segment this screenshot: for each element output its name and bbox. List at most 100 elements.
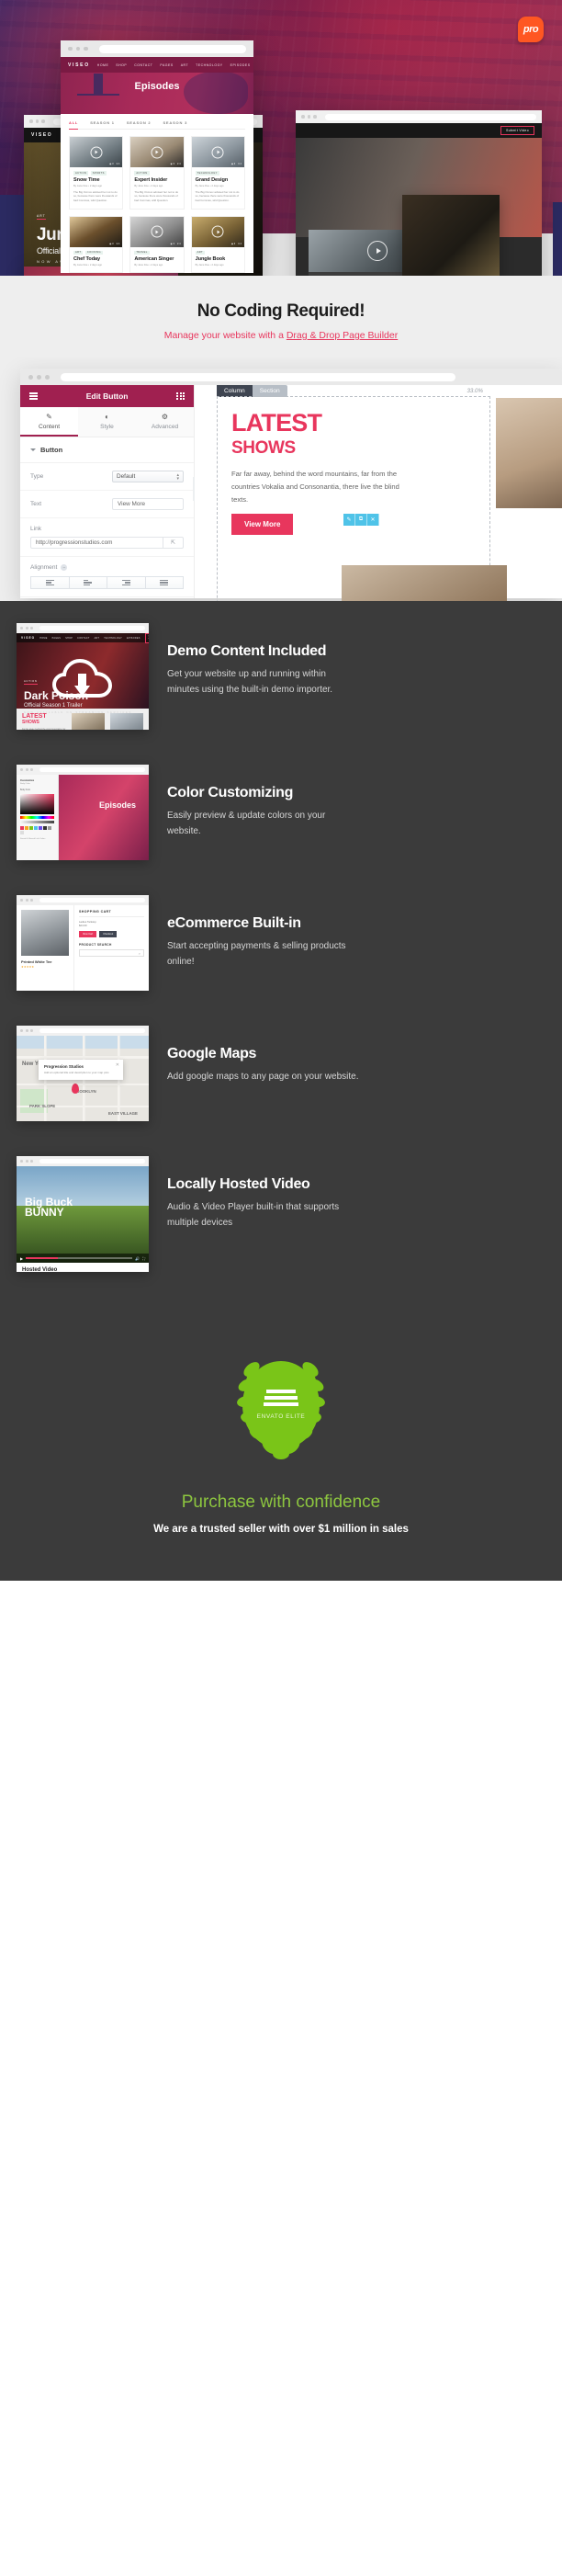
section-label: Button [40, 446, 62, 454]
preview-bottom-image [342, 565, 507, 601]
nav-item[interactable]: SHOP [65, 637, 73, 640]
episode-title: American Singer [134, 256, 179, 262]
nav-item[interactable]: PAGES [52, 637, 62, 640]
map-canvas[interactable]: New York BROOKLYN PARK SLOPE DUMBO EAST … [17, 1036, 149, 1121]
align-left-button[interactable] [30, 576, 69, 589]
nav-item-art[interactable]: ART [181, 63, 188, 67]
align-center-button[interactable] [69, 576, 107, 589]
feature-text: Color Customizing Easily preview & updat… [167, 765, 545, 839]
nav-item-technology[interactable]: TECHNOLOGY [196, 63, 223, 67]
window-dot [20, 627, 23, 630]
tab-content[interactable]: ✎ Content [20, 407, 78, 437]
address-bar[interactable] [325, 114, 537, 120]
swatch[interactable] [20, 831, 24, 834]
align-right-button[interactable] [107, 576, 145, 589]
nav-item-home[interactable]: HOME [97, 63, 109, 67]
link-input[interactable]: http://progressionstudios.com [30, 537, 163, 549]
swatch[interactable] [29, 826, 33, 830]
nav-item-episodes[interactable]: EPISODES [230, 63, 251, 67]
window-dot [30, 1160, 33, 1163]
swatch[interactable] [20, 826, 24, 830]
address-bar[interactable] [39, 1028, 146, 1033]
episode-card[interactable]: ◉ 3♥ 4 TRAVEL American Singer By Jane Do… [129, 216, 184, 274]
progress-bar[interactable] [26, 1257, 132, 1259]
grid-icon[interactable] [176, 392, 185, 401]
play-icon[interactable] [151, 226, 163, 238]
address-bar[interactable] [61, 373, 455, 381]
close-icon[interactable]: ✕ [116, 1062, 119, 1068]
episode-thumbnail: ◉ 3♥ 4 [192, 217, 244, 247]
hamburger-icon[interactable] [29, 392, 38, 399]
product-card[interactable]: Printed White Tee ★★★★★ [17, 905, 73, 991]
submit-video-button[interactable]: Submit Video [500, 126, 534, 135]
divider [79, 916, 144, 917]
tab-all[interactable]: ALL [69, 120, 78, 130]
color-gradient-picker[interactable] [20, 794, 54, 814]
search-input[interactable]: ⌕ [79, 949, 144, 957]
address-bar[interactable] [39, 626, 146, 630]
hue-slider[interactable] [20, 816, 54, 819]
tab-season-2[interactable]: SEASON 2 [127, 120, 152, 125]
play-icon[interactable] [367, 241, 388, 261]
nav-item[interactable]: ART [95, 637, 100, 640]
play-icon[interactable] [151, 146, 163, 158]
submit-video-button[interactable]: Submit Video [145, 633, 149, 643]
swatch[interactable] [48, 826, 51, 830]
play-icon[interactable] [90, 146, 102, 158]
button-section-header[interactable]: Button [20, 437, 194, 463]
episode-stats: ◉ 3♥ 4 [231, 163, 242, 165]
window-dot [20, 1029, 23, 1032]
window-dot [28, 375, 33, 380]
volume-icon[interactable]: 🔊 [135, 1256, 140, 1261]
episode-card[interactable]: ◉ 3♥ 4 ACTION SPORTS Snow Time By Jane D… [69, 136, 123, 210]
align-justify-button[interactable] [145, 576, 185, 589]
preview-paragraph: Far far away, behind the word mountains,… [231, 468, 406, 506]
swatch[interactable] [43, 826, 47, 830]
info-icon[interactable]: – [61, 564, 67, 571]
tab-advanced[interactable]: ⚙ Advanced [136, 407, 194, 437]
close-icon[interactable]: ✕ [367, 514, 379, 526]
nav-item[interactable]: CONTACT [77, 637, 89, 640]
external-link-icon[interactable]: ⇱ [163, 537, 184, 549]
address-bar[interactable] [39, 767, 146, 772]
map-pin-icon[interactable] [72, 1084, 79, 1094]
pencil-icon[interactable]: ✎ [343, 514, 355, 526]
nav-item-contact[interactable]: CONTACT [134, 63, 152, 67]
nav-item[interactable]: HOME [39, 637, 47, 640]
swatch[interactable] [39, 826, 42, 830]
nav-item[interactable]: TECHNOLOGY [104, 637, 122, 640]
swatch[interactable] [25, 826, 28, 830]
field-label: Body Font [20, 789, 54, 791]
alpha-slider[interactable] [20, 821, 54, 823]
nav-item[interactable]: EPISODES [127, 637, 140, 640]
text-input[interactable]: View More [112, 498, 184, 510]
play-icon[interactable]: ▶ [20, 1256, 23, 1261]
swatch[interactable] [34, 826, 38, 830]
episode-card[interactable]: ◉ 3♥ 4 TECHNOLOGY Grand Design By Jane D… [191, 136, 245, 210]
nav-item-shop[interactable]: SHOP [116, 63, 127, 67]
address-bar[interactable] [99, 45, 247, 53]
episode-grid-row-1: ◉ 3♥ 4 ACTION SPORTS Snow Time By Jane D… [69, 136, 245, 210]
page-builder-link[interactable]: Drag & Drop Page Builder [287, 330, 398, 341]
play-icon[interactable] [212, 146, 224, 158]
episode-card[interactable]: ◉ 3♥ 4 ART COOKING Chef Today By Jane Do… [69, 216, 123, 274]
preview-view-more-button[interactable]: View More [231, 514, 293, 535]
customizer-preview: Episodes [59, 775, 149, 860]
episode-card[interactable]: ◉ 3♥ 4 ART Jungle Book By Jane Doe • 2 d… [191, 216, 245, 274]
video-player[interactable]: Big Buck BUNNY ▶ 🔊 ⛶ [17, 1166, 149, 1263]
address-bar[interactable] [39, 1159, 146, 1163]
view-cart-button[interactable]: View Cart [79, 931, 96, 937]
tab-season-1[interactable]: SEASON 1 [90, 120, 115, 125]
copy-icon[interactable]: ⧉ [355, 514, 367, 526]
play-icon[interactable] [212, 226, 224, 238]
tab-season-3[interactable]: SEASON 3 [163, 120, 187, 125]
nav-item-pages[interactable]: PAGES [160, 63, 173, 67]
window-dot [36, 119, 39, 123]
address-bar[interactable] [39, 898, 146, 902]
type-select[interactable]: Default ▴▾ [112, 471, 184, 482]
tab-style[interactable]: ◐ Style [78, 407, 136, 437]
feature-text: eCommerce Built-in Start accepting payme… [167, 895, 545, 970]
episode-card[interactable]: ◉ 3♥ 4 ACTION Expert Insider By Jane Doe… [129, 136, 184, 210]
checkout-button[interactable]: Checkout [99, 931, 117, 937]
fullscreen-icon[interactable]: ⛶ [142, 1256, 145, 1261]
